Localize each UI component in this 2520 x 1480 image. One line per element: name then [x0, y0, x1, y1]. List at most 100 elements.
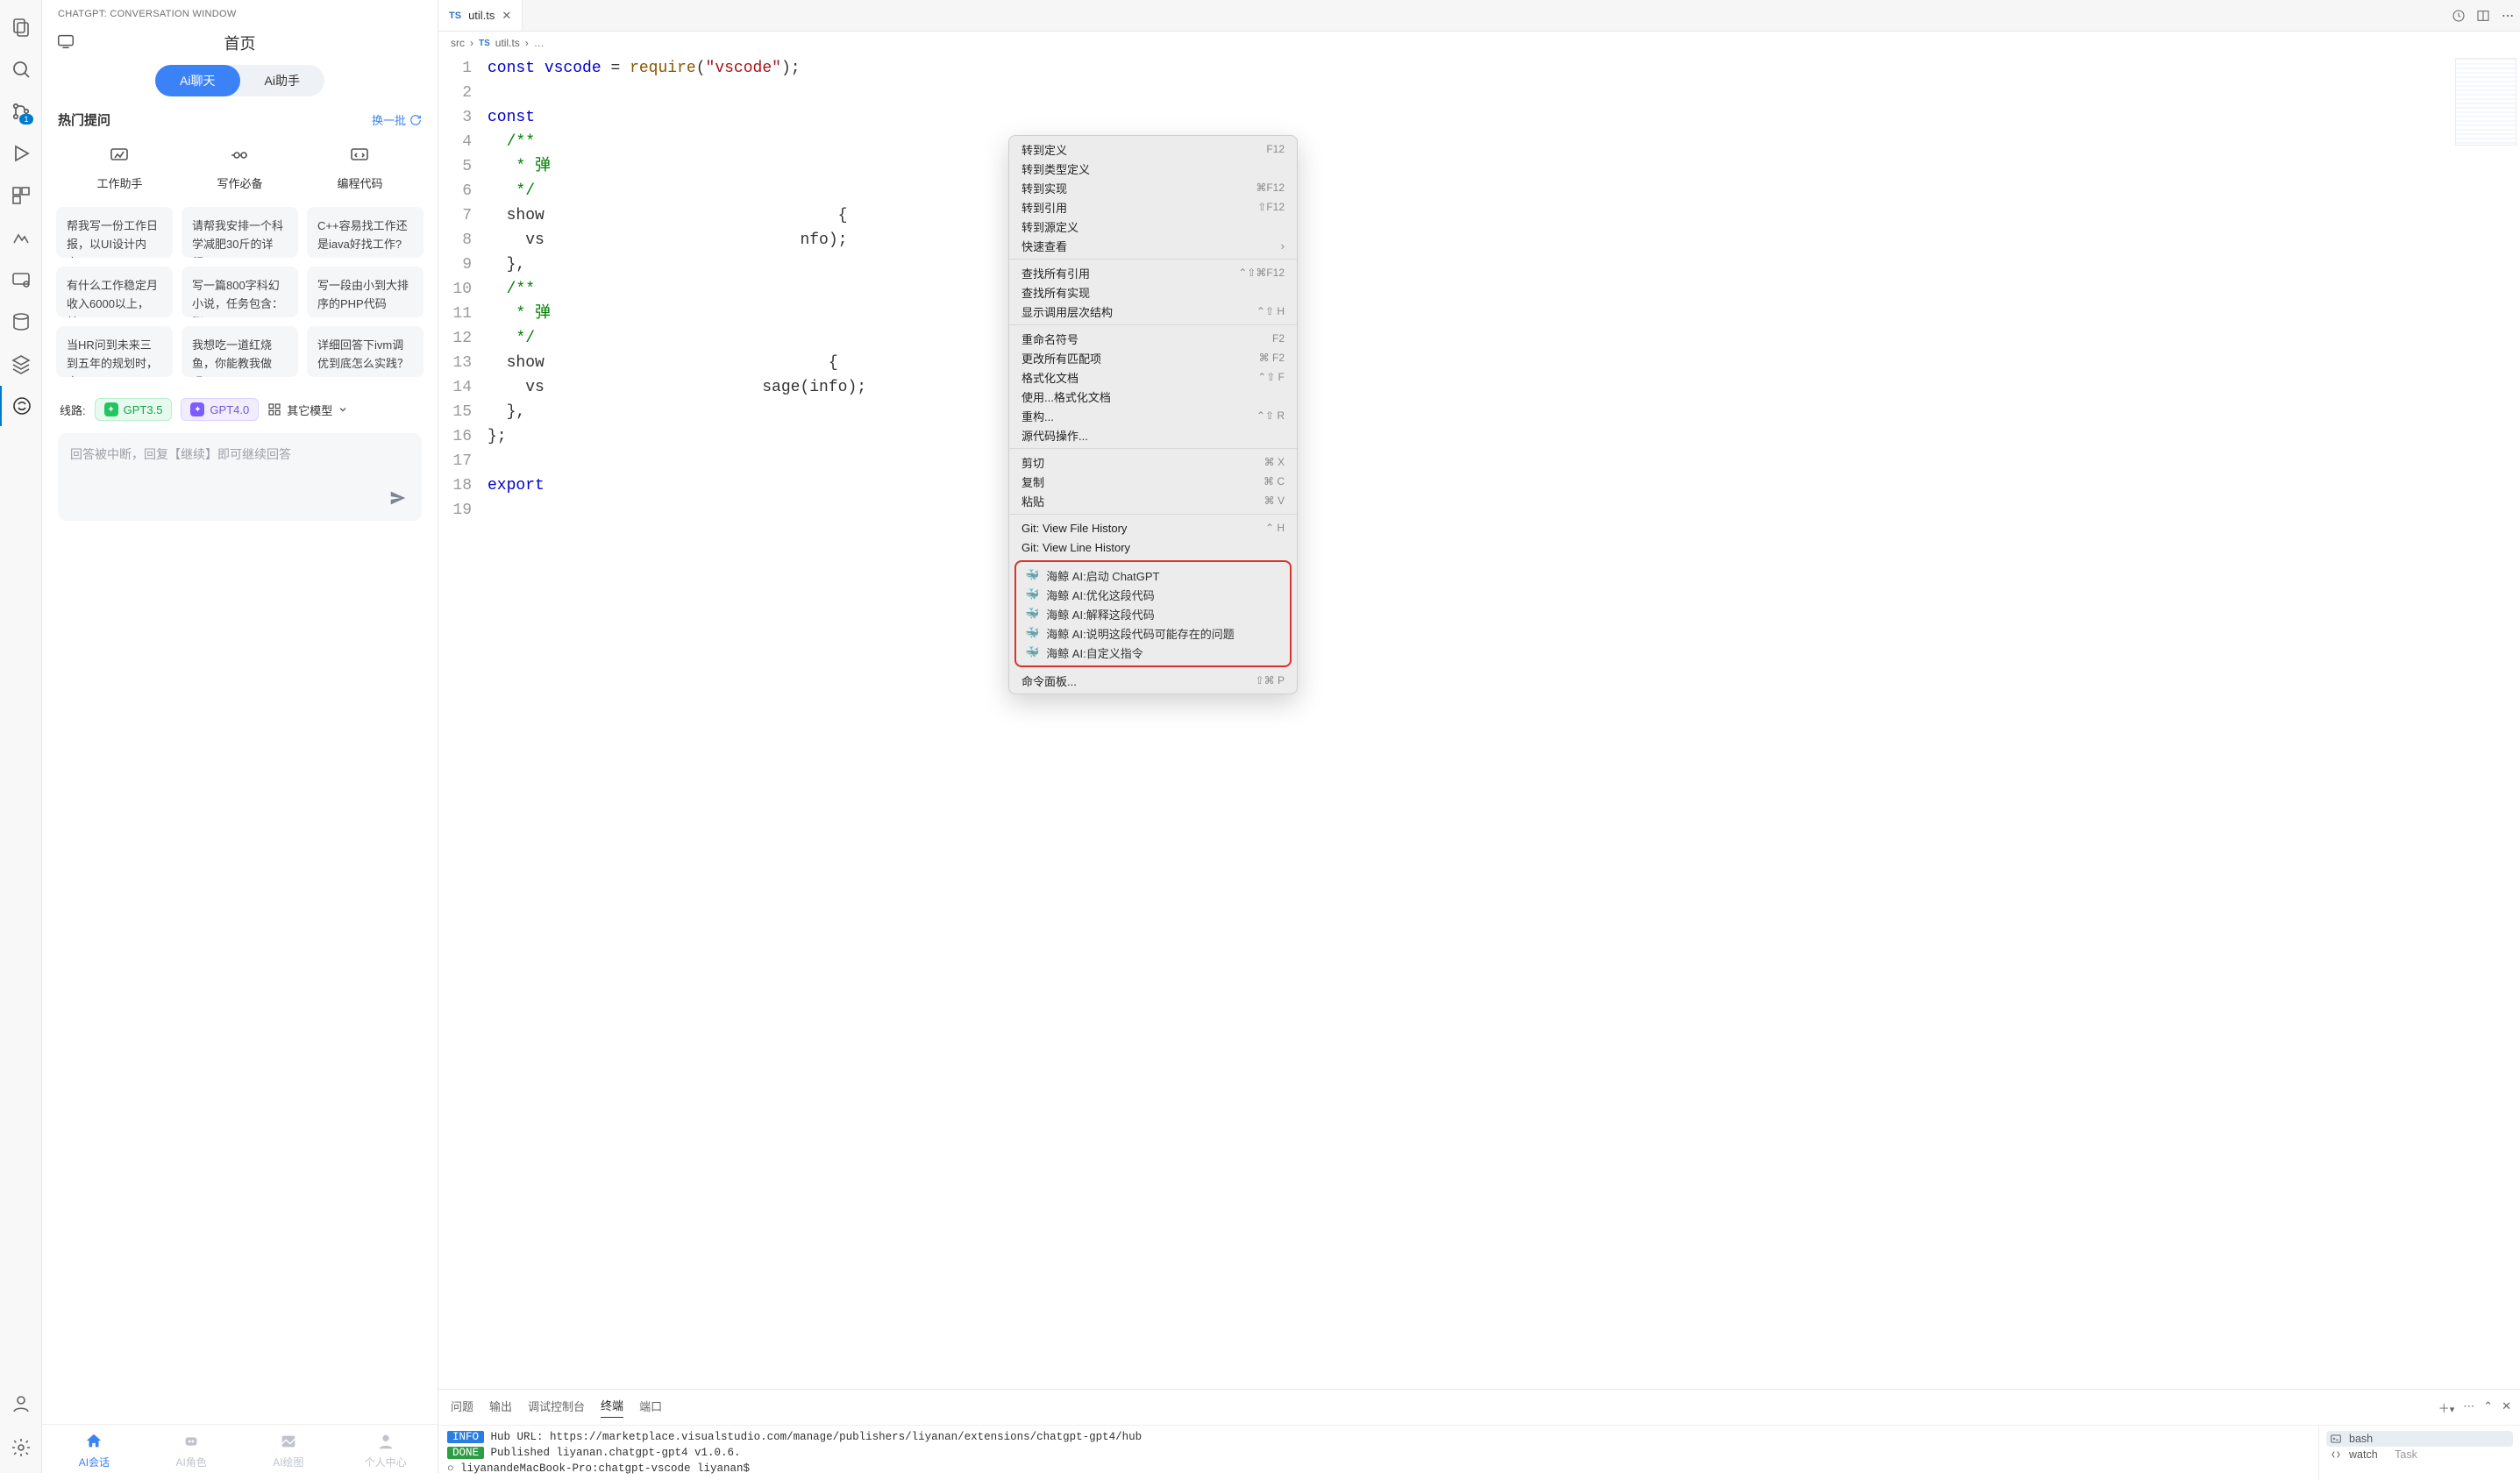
activity-bar: 1: [0, 0, 42, 1473]
question-card[interactable]: 有什么工作稳定月收入6000以上，基…: [56, 267, 173, 317]
seg-ai-assistant[interactable]: Ai助手: [240, 65, 324, 96]
bottom-nav: AI会话 AI角色 AI绘图 个人中心: [42, 1424, 438, 1473]
ai-action-item[interactable]: 🐳海鲸 AI:启动 ChatGPT: [1016, 566, 1290, 585]
chat-input[interactable]: 回答被中断，回复【继续】即可继续回答: [58, 433, 422, 521]
context-menu-item[interactable]: 使用...格式化文档: [1009, 387, 1297, 406]
context-menu-item[interactable]: 复制⌘ C: [1009, 472, 1297, 491]
terminal-bash[interactable]: bash: [2326, 1431, 2513, 1447]
tab-debug[interactable]: 调试控制台: [528, 1398, 585, 1418]
split-icon[interactable]: [2476, 9, 2490, 23]
route-label: 线路:: [60, 402, 86, 418]
ai-action-item[interactable]: 🐳海鲸 AI:解释这段代码: [1016, 604, 1290, 623]
more-icon[interactable]: ⋯: [2463, 1399, 2474, 1416]
testing-icon[interactable]: [0, 217, 42, 258]
nav-draw[interactable]: AI绘图: [240, 1432, 338, 1469]
quick-work[interactable]: 工作助手: [96, 145, 142, 191]
question-card[interactable]: 帮我写一份工作日报，以UI设计内容…: [56, 207, 173, 258]
cast-icon[interactable]: [56, 32, 75, 53]
search-icon[interactable]: [0, 49, 42, 89]
tab-util[interactable]: TS util.ts ✕: [438, 0, 523, 31]
source-control-icon[interactable]: 1: [0, 91, 42, 132]
chatgpt-icon[interactable]: [0, 386, 42, 426]
context-menu-item[interactable]: 转到类型定义: [1009, 159, 1297, 178]
close-icon[interactable]: ✕: [502, 9, 511, 23]
question-card[interactable]: 写一篇800字科幻小说，任务包含：张…: [182, 267, 298, 317]
context-menu-item[interactable]: Git: View Line History: [1009, 537, 1297, 557]
tab-terminal[interactable]: 终端: [601, 1397, 623, 1418]
new-terminal-icon[interactable]: ＋▾: [2438, 1399, 2454, 1416]
context-menu-item[interactable]: 转到源定义: [1009, 217, 1297, 236]
quick-write[interactable]: 写作必备: [217, 145, 262, 191]
tab-output[interactable]: 输出: [489, 1398, 512, 1418]
context-menu-item[interactable]: 重命名符号F2: [1009, 329, 1297, 348]
panel-title: CHATGPT: CONVERSATION WINDOW: [42, 0, 438, 26]
question-card[interactable]: C++容易找工作还是iava好找工作?c++…: [307, 207, 424, 258]
context-menu-item[interactable]: 转到实现⌘F12: [1009, 178, 1297, 197]
run-debug-icon[interactable]: [0, 133, 42, 174]
scm-badge: 1: [19, 114, 32, 125]
context-menu-item[interactable]: 转到定义F12: [1009, 139, 1297, 159]
history-icon[interactable]: [2452, 9, 2466, 23]
context-menu-item[interactable]: 查找所有引用⌃⇧⌘F12: [1009, 263, 1297, 282]
nav-chat[interactable]: AI会话: [46, 1432, 143, 1469]
context-menu-item[interactable]: 剪切⌘ X: [1009, 452, 1297, 472]
remote-icon[interactable]: [0, 260, 42, 300]
explorer-icon[interactable]: [0, 7, 42, 47]
editor-area: TS util.ts ✕ src › TS util.ts ›… 1234567…: [438, 0, 2520, 1473]
terminal-watch[interactable]: watch Task: [2326, 1447, 2513, 1462]
ai-action-item[interactable]: 🐳海鲸 AI:自定义指令: [1016, 643, 1290, 662]
context-menu-item[interactable]: 格式化文档⌃⇧ F: [1009, 367, 1297, 387]
database-icon[interactable]: [0, 302, 42, 342]
quick-code[interactable]: 编程代码: [337, 145, 382, 191]
context-menu-item[interactable]: 显示调用层次结构⌃⇧ H: [1009, 302, 1297, 321]
page-title: 首页: [224, 32, 256, 54]
command-palette-item[interactable]: 命令面板... ⇧⌘ P: [1009, 671, 1297, 690]
question-card[interactable]: 写一段由小到大排序的PHP代码: [307, 267, 424, 317]
layers-icon[interactable]: [0, 344, 42, 384]
question-card[interactable]: 我想吃一道红烧鱼，你能教我做吗？: [182, 326, 298, 377]
hot-questions-label: 热门提问: [58, 110, 110, 129]
segment-control: Ai聊天 Ai助手: [53, 65, 427, 96]
minimap[interactable]: [2455, 58, 2516, 146]
maximize-icon[interactable]: ⌃: [2483, 1399, 2493, 1416]
terminal-panel: 问题 输出 调试控制台 终端 端口 ＋▾ ⋯ ⌃ ✕ INFO Hub URL:…: [438, 1389, 2520, 1473]
nav-me[interactable]: 个人中心: [337, 1432, 434, 1469]
refresh-button[interactable]: 换一批: [372, 111, 422, 128]
ts-file-icon: TS: [449, 11, 461, 21]
nav-role[interactable]: AI角色: [143, 1432, 240, 1469]
ai-actions-group: 🐳海鲸 AI:启动 ChatGPT🐳海鲸 AI:优化这段代码🐳海鲸 AI:解释这…: [1014, 560, 1292, 667]
context-menu-item[interactable]: 快速查看›: [1009, 236, 1297, 255]
question-card[interactable]: 请帮我安排一个科学减肥30斤的详细…: [182, 207, 298, 258]
context-menu: 转到定义F12转到类型定义转到实现⌘F12转到引用⇧F12转到源定义快速查看› …: [1008, 135, 1298, 694]
settings-gear-icon[interactable]: [0, 1427, 42, 1468]
chip-gpt40[interactable]: ✦GPT4.0: [181, 398, 259, 421]
context-menu-item[interactable]: 粘贴⌘ V: [1009, 491, 1297, 510]
seg-ai-chat[interactable]: Ai聊天: [155, 65, 239, 96]
context-menu-item[interactable]: 转到引用⇧F12: [1009, 197, 1297, 217]
close-panel-icon[interactable]: ✕: [2502, 1399, 2511, 1416]
context-menu-item[interactable]: 查找所有实现: [1009, 282, 1297, 302]
other-models[interactable]: 其它模型: [267, 402, 348, 418]
terminal-list: bash watch Task: [2318, 1426, 2520, 1480]
terminal-output[interactable]: INFO Hub URL: https://marketplace.visual…: [438, 1426, 2318, 1480]
context-menu-item[interactable]: 更改所有匹配项⌘ F2: [1009, 348, 1297, 367]
send-icon[interactable]: [388, 488, 408, 510]
ai-action-item[interactable]: 🐳海鲸 AI:说明这段代码可能存在的问题: [1016, 623, 1290, 643]
tab-ports[interactable]: 端口: [639, 1398, 662, 1418]
tab-problems[interactable]: 问题: [451, 1398, 473, 1418]
code-content[interactable]: const vscode = require("vscode"); const …: [488, 56, 2520, 523]
chip-gpt35[interactable]: ✦GPT3.5: [95, 398, 173, 421]
account-icon[interactable]: [0, 1384, 42, 1424]
ai-action-item[interactable]: 🐳海鲸 AI:优化这段代码: [1016, 585, 1290, 604]
breadcrumb[interactable]: src › TS util.ts ›…: [438, 32, 2520, 54]
question-cards: 帮我写一份工作日报，以UI设计内容…请帮我安排一个科学减肥30斤的详细…C++容…: [53, 207, 427, 377]
extensions-icon[interactable]: [0, 175, 42, 216]
context-menu-item[interactable]: 源代码操作...: [1009, 425, 1297, 445]
context-menu-item[interactable]: 重构...⌃⇧ R: [1009, 406, 1297, 425]
question-card[interactable]: 详细回答下ivm调优到底怎么实践？: [307, 326, 424, 377]
editor-tabs: TS util.ts ✕: [438, 0, 2520, 32]
question-card[interactable]: 当HR问到未来三到五年的规划时，应…: [56, 326, 173, 377]
more-icon[interactable]: [2501, 9, 2515, 23]
context-menu-item[interactable]: Git: View File History⌃ H: [1009, 518, 1297, 537]
ts-file-icon: TS: [479, 39, 490, 48]
